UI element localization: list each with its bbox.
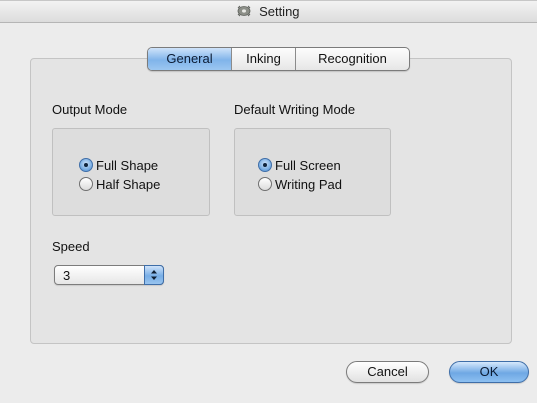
radio-full-shape-label: Full Shape — [96, 157, 159, 173]
window-title: Setting — [259, 4, 300, 19]
radio-full-screen-button[interactable] — [258, 158, 272, 172]
gear-icon — [238, 5, 251, 17]
ok-button[interactable]: OK — [449, 361, 529, 383]
radio-writing-pad-button[interactable] — [258, 177, 272, 191]
up-down-arrows-icon[interactable] — [144, 265, 164, 285]
tab-recognition[interactable]: Recognition — [296, 48, 409, 70]
speed-select[interactable]: 3 — [54, 265, 164, 285]
radio-full-screen-label: Full Screen — [275, 157, 341, 173]
radio-full-screen[interactable]: Full Screen — [258, 156, 341, 174]
output-mode-label: Output Mode — [52, 102, 128, 117]
writing-mode-label: Default Writing Mode — [234, 102, 356, 117]
speed-select-value: 3 — [63, 268, 71, 283]
chevron-up-down-icon — [151, 270, 157, 280]
tab-inking[interactable]: Inking — [232, 48, 296, 70]
speed-label: Speed — [52, 239, 90, 254]
radio-half-shape[interactable]: Half Shape — [79, 175, 160, 193]
setting-window: Setting General Inking Recognition Outpu… — [0, 0, 537, 403]
tab-bar: General Inking Recognition — [147, 47, 410, 71]
radio-writing-pad[interactable]: Writing Pad — [258, 175, 342, 193]
radio-half-shape-label: Half Shape — [96, 176, 161, 192]
radio-writing-pad-label: Writing Pad — [275, 176, 342, 192]
radio-full-shape-button[interactable] — [79, 158, 93, 172]
title-bar: Setting — [0, 1, 537, 23]
radio-half-shape-button[interactable] — [79, 177, 93, 191]
cancel-button[interactable]: Cancel — [346, 361, 429, 383]
tab-general[interactable]: General — [148, 48, 232, 70]
title-wrap: Setting — [0, 4, 537, 19]
radio-full-shape[interactable]: Full Shape — [79, 156, 158, 174]
